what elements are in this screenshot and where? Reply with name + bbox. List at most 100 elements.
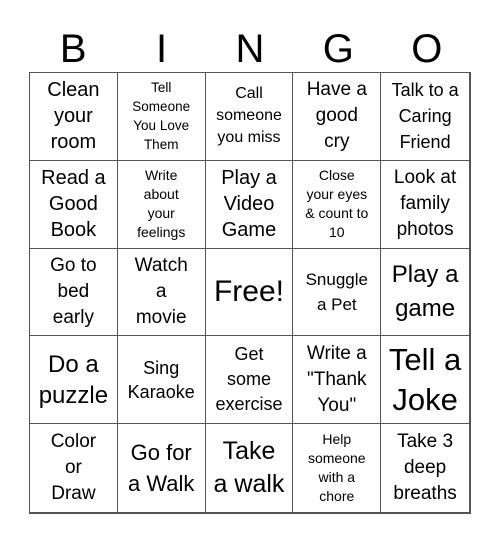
cell-line: movie [135,306,187,328]
cell-line: Video [223,193,275,216]
cell-line: Color [50,431,97,453]
cell-line: Book [50,219,97,242]
cell-line: You Love [133,118,190,134]
bingo-cell[interactable]: Go for a Walk [118,424,206,512]
bingo-cell[interactable]: Color or Draw [30,424,118,512]
bingo-cell[interactable]: Tell a Joke [381,336,469,425]
cell-line: Write a [306,342,367,364]
cell-line: a Walk [127,471,195,497]
cell-line: some [226,369,271,390]
cell-line: Play a [391,260,459,288]
cell-line: Karaoke [127,381,195,402]
cell-line: early [52,306,94,328]
cell-line: breaths [393,483,457,505]
cell-line: & count to [305,205,369,222]
cell-line: Tell a [388,341,462,377]
cell-line: Good [48,193,98,216]
cell-line: cry [324,131,350,153]
header-letter-i: I [156,27,168,71]
bingo-cell[interactable]: Watch a movie [117,248,206,337]
cell-line: Take [222,437,276,466]
cell-line: your [147,205,175,222]
header-letter-o: O [411,27,443,71]
bingo-cell[interactable]: Talk to a Caring Friend [381,73,469,161]
cell-line: Do a [48,350,99,378]
cell-line: Watch [134,254,188,276]
bingo-cell[interactable]: Write a "Thank You" [293,336,382,425]
cell-line: your [53,105,93,128]
cell-line: Snuggle [305,269,368,289]
cell-line: Clean [47,79,100,102]
cell-line: 10 [329,224,345,241]
bingo-cell[interactable]: Help someone with a chore [293,424,382,512]
cell-line: Get [234,344,264,365]
cell-line: Free! [213,274,284,308]
cell-line: Draw [51,483,96,505]
cell-line: Go for [130,440,192,466]
cell-line: Close [318,167,355,184]
cell-line: room [50,131,97,154]
header-letter-g: G [322,27,354,71]
cell-line: Friend [399,132,451,153]
cell-line: deep [403,457,447,479]
bingo-cell[interactable]: Play a game [381,249,469,337]
cell-line: Write [144,167,178,184]
cell-line: your eyes [306,186,368,203]
cell-line: "Thank [307,368,367,390]
bingo-cell[interactable]: Call someone you miss [205,73,294,161]
cell-line: family [400,193,450,215]
bingo-cell[interactable]: Take a walk [206,424,294,512]
cell-line: Read a [41,167,106,190]
free-space-cell[interactable]: Free! [205,248,294,337]
header-letter-b: B [59,27,87,71]
cell-line: photos [396,219,454,241]
cell-line: or [64,457,82,479]
bingo-cell[interactable]: Do a puzzle [30,336,118,425]
cell-line: Take 3 [397,431,454,453]
bingo-cell[interactable]: Tell Someone You Love Them [117,73,206,161]
cell-line: Play a [221,167,277,190]
cell-line: Sing [143,357,180,378]
bingo-grid: Clean your room Tell Someone You Love Them Ca… [29,72,471,514]
cell-line: Have a [306,79,367,101]
cell-line: a [155,280,167,302]
cell-line: Help [322,431,352,448]
bingo-cell[interactable]: Get some exercise [205,336,294,425]
bingo-cell[interactable]: Take 3 deep breaths [381,424,469,512]
cell-line: puzzle [38,381,109,409]
cell-line: feelings [137,224,186,241]
bingo-cell[interactable]: Sing Karaoke [117,336,206,425]
cell-line: you miss [217,129,281,147]
cell-line: good [315,105,358,127]
bingo-cell[interactable]: Look at family photos [381,161,469,249]
bingo-cell[interactable]: Have a good cry [293,73,382,161]
cell-line: Look at [393,167,457,189]
cell-line: someone [216,107,282,125]
bingo-cell[interactable]: Clean your room [30,73,118,161]
bingo-cell[interactable]: Go to bed early [30,248,118,337]
cell-line: Game [221,219,277,242]
header-letter-n: N [235,27,265,71]
cell-line: game [395,294,456,322]
bingo-cell[interactable]: Write about your feelings [117,160,206,249]
bingo-cell[interactable]: Read a Good Book [30,160,118,249]
bingo-cell[interactable]: Close your eyes & count to 10 [293,160,382,249]
cell-line: a Pet [316,294,357,314]
cell-line: Caring [398,106,452,127]
cell-line: bed [57,280,90,302]
bingo-cell[interactable]: Snuggle a Pet [293,248,382,337]
cell-line: exercise [215,394,283,415]
cell-line: Someone [132,99,191,115]
cell-line: with a [318,469,356,486]
cell-line: about [143,186,179,203]
cell-line: someone [307,450,366,467]
cell-line: Go to [50,254,97,276]
cell-line: Call [235,85,263,103]
cell-line: Them [143,137,179,153]
cell-line: Tell [151,80,172,96]
bingo-cell[interactable]: Play a Video Game [205,160,294,249]
cell-line: a walk [213,470,285,499]
cell-line: Joke [392,381,458,417]
cell-line: chore [319,488,355,505]
bingo-header: B I N G O [29,26,471,72]
